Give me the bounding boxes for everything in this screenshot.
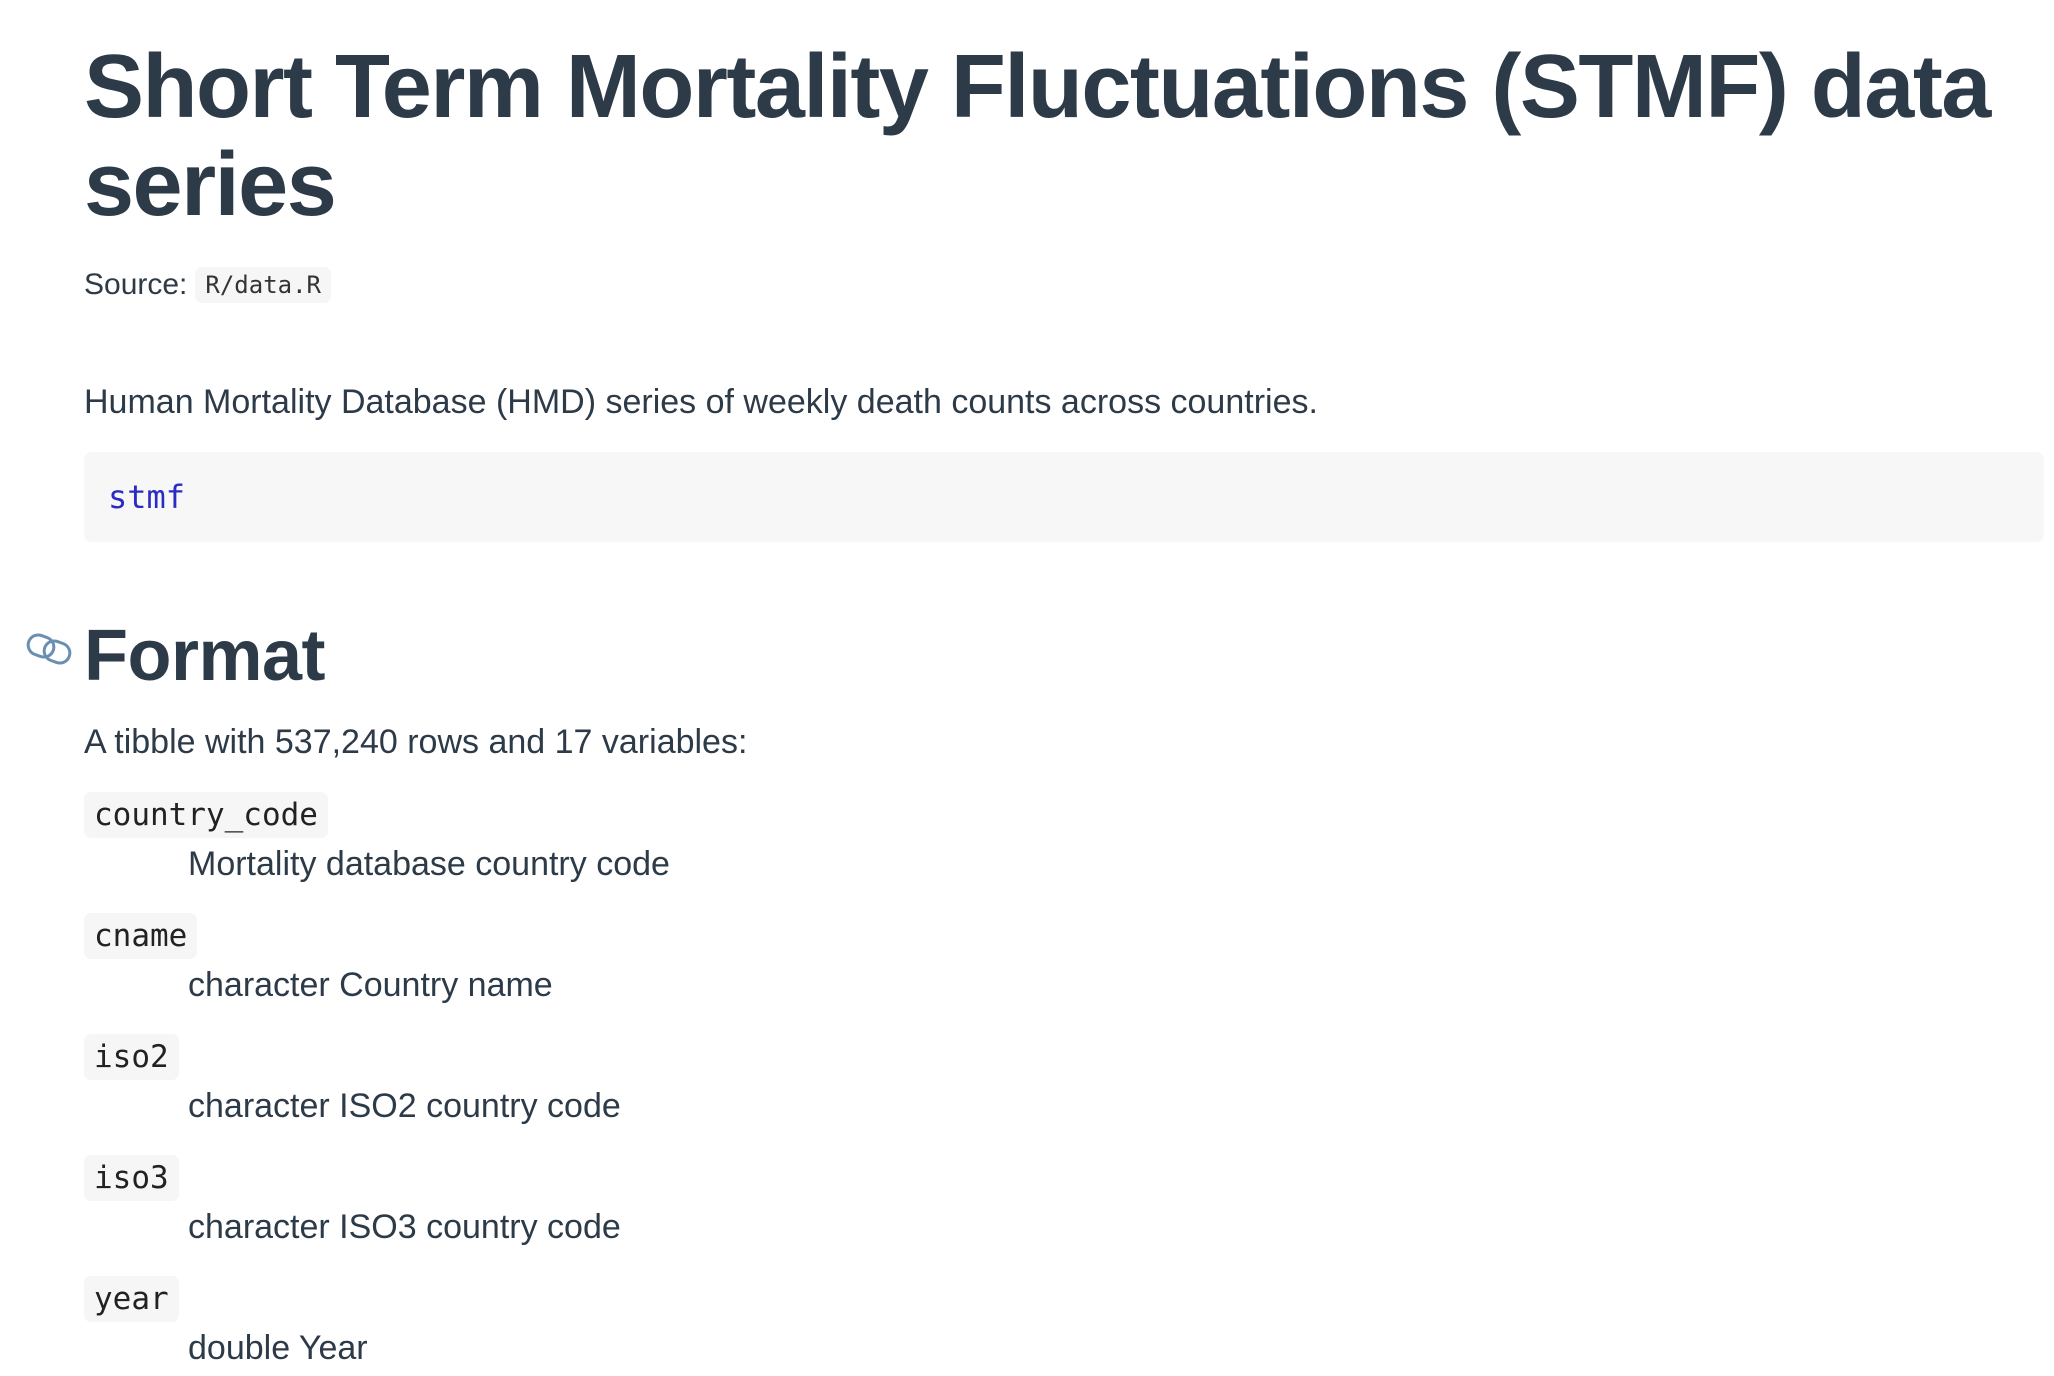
variable-name: year: [84, 1276, 179, 1322]
variable-description: double Year: [188, 1329, 368, 1367]
format-heading: Format: [84, 616, 326, 696]
variable-item: iso3 character ISO3 country code: [84, 1155, 621, 1249]
variable-description: character ISO3 country code: [188, 1208, 621, 1246]
format-intro: A tibble with 537,240 rows and 17 variab…: [84, 723, 748, 761]
description: Human Mortality Database (HMD) series of…: [84, 383, 1318, 421]
variable-item: cname character Country name: [84, 913, 553, 1007]
variable-name: country_code: [84, 792, 328, 838]
source-label: Source:: [84, 268, 188, 301]
variable-name: cname: [84, 913, 198, 959]
variable-description: character ISO2 country code: [188, 1087, 621, 1125]
variable-item: year double Year: [84, 1276, 368, 1370]
page-title: Short Term Mortality Fluctuations (STMF)…: [84, 37, 1991, 235]
variable-name: iso3: [84, 1155, 179, 1201]
variable-description: character Country name: [188, 966, 553, 1004]
source-line: Source: R/data.R: [84, 262, 331, 308]
variable-item: iso2 character ISO2 country code: [84, 1034, 621, 1128]
variable-item: country_code Mortality database country …: [84, 792, 670, 886]
variable-name: iso2: [84, 1034, 179, 1080]
source-file-link[interactable]: R/data.R: [195, 267, 331, 303]
usage-code: stmf: [108, 478, 186, 516]
link-icon[interactable]: [26, 630, 74, 666]
variable-description: Mortality database country code: [188, 845, 670, 883]
usage-code-block: stmf: [84, 452, 2044, 542]
